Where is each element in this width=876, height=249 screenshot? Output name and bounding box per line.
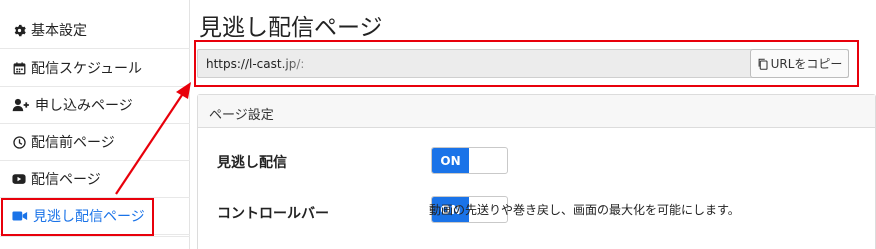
sidebar-item-label: 配信前ページ — [31, 135, 115, 151]
missed-stream-label: 見逃し配信 — [217, 155, 287, 171]
gear-icon — [12, 23, 26, 37]
missed-stream-toggle[interactable]: ON — [431, 147, 508, 174]
youtube-icon — [12, 172, 26, 186]
annotation-highlight-sidebar — [1, 198, 154, 236]
sidebar-item-schedule[interactable]: 配信スケジュール — [0, 50, 190, 87]
control-bar-description: 動画の先送りや巻き戻し、画面の最大化を可能にします。 — [429, 203, 740, 217]
main-content: 見逃し配信ページ https://l-cast.jp/: URLをコピー ページ… — [191, 0, 876, 249]
sidebar-divider — [0, 236, 190, 249]
card-header: ページ設定 — [198, 95, 875, 128]
sidebar-item-label: 申し込みページ — [35, 98, 133, 114]
clock-icon — [12, 135, 26, 149]
page-settings-card: ページ設定 — [197, 94, 876, 249]
sidebar-item-signup[interactable]: 申し込みページ — [0, 87, 190, 124]
sidebar-item-basic-settings[interactable]: 基本設定 — [0, 12, 190, 49]
sidebar-item-pre-stream[interactable]: 配信前ページ — [0, 124, 190, 161]
control-bar-label: コントロールバー — [217, 206, 329, 222]
toggle-on-label: ON — [432, 148, 469, 173]
user-plus-icon — [12, 98, 30, 112]
annotation-highlight-url — [194, 40, 859, 87]
sidebar-item-label: 配信スケジュール — [31, 61, 143, 77]
sidebar-item-stream[interactable]: 配信ページ — [0, 161, 190, 198]
calendar-icon — [12, 61, 26, 75]
sidebar-item-label: 基本設定 — [31, 23, 87, 39]
card-title: ページ設定 — [209, 108, 274, 123]
page-title: 見逃し配信ページ — [199, 15, 383, 41]
sidebar-item-label: 配信ページ — [31, 172, 101, 188]
